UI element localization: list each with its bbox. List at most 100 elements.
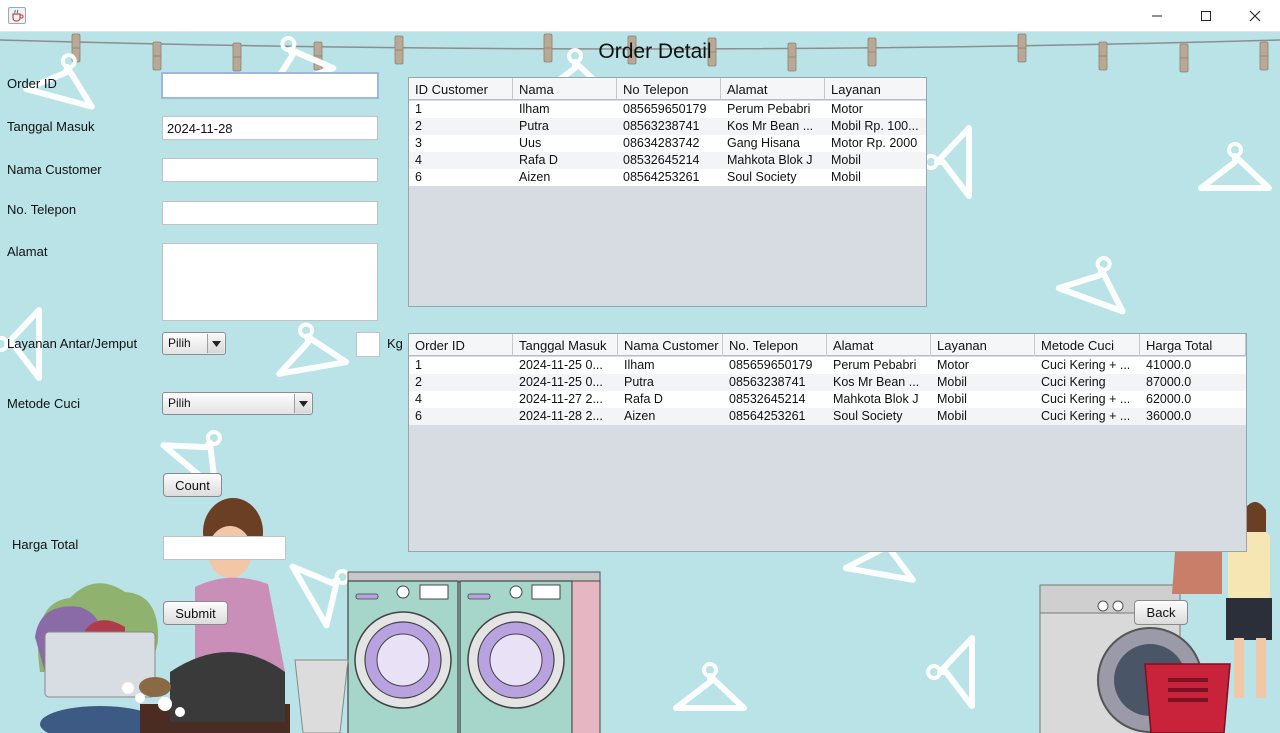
table-cell: Cuci Kering + ... (1041, 358, 1131, 372)
count-button[interactable]: Count (163, 473, 222, 497)
column-header[interactable]: ID Customer (409, 78, 513, 100)
table-cell: Gang Hisana (727, 136, 800, 150)
table-cell: 6 (415, 409, 422, 423)
no-telepon-label: No. Telepon (7, 202, 77, 217)
layanan-label: Layanan Antar/Jemput (7, 336, 138, 351)
back-button[interactable]: Back (1134, 600, 1188, 625)
layanan-dropdown[interactable]: Pilih (162, 332, 226, 355)
order-table-body: 1 2024-11-25 0... Ilham 085659650179 Perum P… (409, 357, 1246, 425)
table-cell: 08532645214 (623, 153, 700, 167)
table-cell: 08563238741 (623, 119, 700, 133)
table-row[interactable]: 2 2024-11-25 0... Putra 08563238741 Kos Mr B… (409, 374, 1246, 391)
table-cell: 41000.0 (1146, 358, 1192, 372)
table-cell: 2024-11-25 0... (519, 358, 603, 372)
table-cell: 2024-11-28 2... (519, 409, 603, 423)
table-cell: Cuci Kering + ... (1041, 409, 1131, 423)
table-cell: Soul Society (727, 170, 797, 184)
column-header[interactable]: Order ID (409, 334, 513, 356)
table-cell: 08634283742 (623, 136, 700, 150)
java-cup-icon (8, 7, 26, 24)
weight-field[interactable] (356, 332, 380, 357)
laundry-basket (1144, 663, 1231, 733)
table-cell: Mobil (937, 409, 967, 423)
table-row[interactable]: 2 Putra 08563238741 Kos Mr Bean ... Mobil Rp… (409, 118, 926, 135)
table-cell: Mobil (937, 392, 967, 406)
table-row[interactable]: 1 2024-11-25 0... Ilham 085659650179 Perum P… (409, 357, 1246, 374)
layanan-selected-value: Pilih (168, 336, 191, 350)
table-cell: Perum Pebabri (727, 102, 811, 116)
column-header[interactable]: Layanan (931, 334, 1035, 356)
table-cell: Mahkota Blok J (727, 153, 813, 167)
table-cell: Aizen (519, 170, 551, 184)
customer-table-header: ID Customer Nama No Telepon Alamat Layanan (409, 78, 926, 100)
table-cell: Perum Pebabri (833, 358, 917, 372)
table-cell: Motor (937, 358, 969, 372)
table-row[interactable]: 1 Ilham 085659650179 Perum Pebabri Motor (409, 101, 926, 118)
table-cell: 62000.0 (1146, 392, 1192, 406)
column-header[interactable]: Metode Cuci (1035, 334, 1140, 356)
window-titlebar (0, 0, 1280, 32)
metode-cuci-selected-value: Pilih (168, 396, 191, 410)
customer-table-body: 1 Ilham 085659650179 Perum Pebabri Motor 2 Put… (409, 101, 926, 186)
table-cell: Putra (624, 375, 654, 389)
table-row[interactable]: 4 Rafa D 08532645214 Mahkota Blok J Mobil (409, 152, 926, 169)
column-header[interactable]: Layanan (825, 78, 926, 100)
customer-table[interactable]: ID Customer Nama No Telepon Alamat Layanan 1… (408, 77, 927, 307)
table-cell: 2024-11-25 0... (519, 375, 603, 389)
maximize-icon (1201, 11, 1211, 21)
table-cell: Mobil (831, 170, 861, 184)
order-table[interactable]: Order ID Tanggal Masuk Nama Customer No. Te… (408, 333, 1247, 552)
table-cell: 1 (415, 102, 422, 116)
column-header[interactable]: Nama (513, 78, 617, 100)
table-cell: 6 (415, 170, 422, 184)
table-row[interactable]: 6 Aizen 08564253261 Soul Society Mobil (409, 169, 926, 186)
column-header[interactable]: Nama Customer (618, 334, 723, 356)
nama-customer-label: Nama Customer (7, 162, 102, 177)
table-cell: Mobil (937, 375, 967, 389)
tanggal-masuk-field[interactable] (162, 116, 378, 140)
minimize-button[interactable] (1134, 0, 1180, 32)
close-button[interactable] (1232, 0, 1278, 32)
table-cell: Mobil (831, 153, 861, 167)
no-telepon-field[interactable] (162, 201, 378, 225)
page-title: Order Detail (598, 40, 712, 63)
table-row[interactable]: 6 2024-11-28 2... Aizen 08564253261 Soul Soc… (409, 408, 1246, 425)
table-cell: Rafa D (624, 392, 663, 406)
table-cell: 085659650179 (623, 102, 707, 116)
alamat-field[interactable] (162, 243, 378, 321)
harga-total-field[interactable] (163, 536, 286, 560)
table-cell: Ilham (519, 102, 550, 116)
column-header[interactable]: No. Telepon (723, 334, 827, 356)
table-cell: 4 (415, 153, 422, 167)
metode-cuci-dropdown[interactable]: Pilih (162, 392, 313, 415)
table-cell: Soul Society (833, 409, 903, 423)
table-cell: Ilham (624, 358, 655, 372)
column-header[interactable]: No Telepon (617, 78, 721, 100)
submit-button[interactable]: Submit (163, 601, 228, 625)
order-id-field[interactable] (161, 72, 379, 99)
table-cell: Motor Rp. 2000 (831, 136, 918, 150)
order-detail-panel: Order Detail Order ID Tanggal Masuk Nama… (0, 32, 1280, 733)
table-cell: 1 (415, 358, 422, 372)
table-cell: 36000.0 (1146, 409, 1192, 423)
table-cell: 085659650179 (729, 358, 813, 372)
table-row[interactable]: 4 2024-11-27 2... Rafa D 08532645214 Mahkota… (409, 391, 1246, 408)
table-cell: Aizen (624, 409, 656, 423)
maximize-button[interactable] (1183, 0, 1229, 32)
metode-cuci-label: Metode Cuci (7, 396, 80, 411)
table-row[interactable]: 3 Uus 08634283742 Gang Hisana Motor Rp. 2000 (409, 135, 926, 152)
minimize-icon (1152, 15, 1162, 17)
column-header[interactable]: Tanggal Masuk (513, 334, 618, 356)
column-header[interactable]: Alamat (721, 78, 825, 100)
column-header[interactable]: Harga Total (1140, 334, 1246, 356)
nama-customer-field[interactable] (162, 158, 378, 182)
washing-machine (347, 571, 1203, 733)
weight-unit-label: Kg (387, 336, 403, 351)
table-cell: Cuci Kering + ... (1041, 392, 1131, 406)
order-table-header: Order ID Tanggal Masuk Nama Customer No. Te… (409, 334, 1246, 356)
table-cell: Kos Mr Bean ... (833, 375, 920, 389)
tanggal-masuk-label: Tanggal Masuk (7, 119, 95, 134)
column-header[interactable]: Alamat (827, 334, 931, 356)
chevron-down-icon (207, 334, 224, 353)
alamat-label: Alamat (7, 244, 48, 259)
